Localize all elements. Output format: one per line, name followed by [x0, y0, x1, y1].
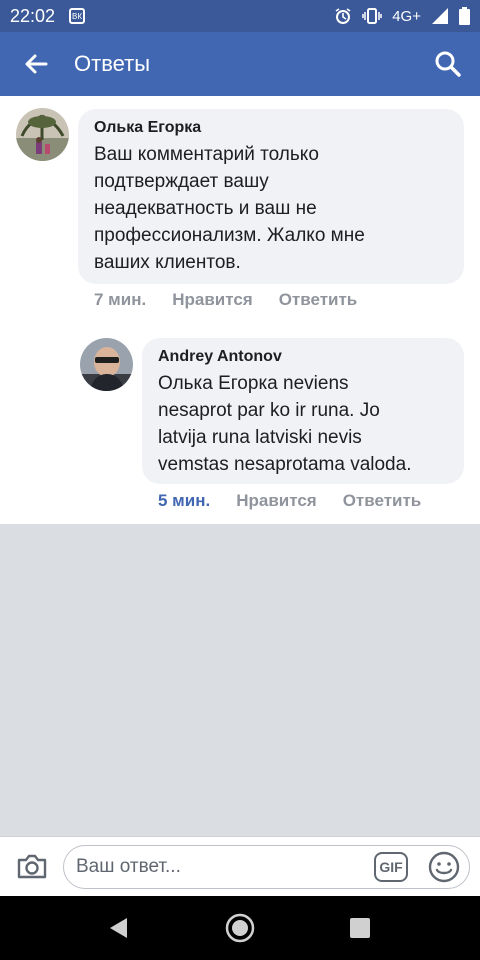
comment-time: 7 мин.	[94, 290, 147, 309]
gif-button[interactable]: GIF	[374, 852, 408, 882]
comment-actions: 5 мин. Нравится Ответить	[158, 491, 421, 511]
app-toolbar: Ответы	[0, 32, 480, 96]
alarm-icon	[335, 8, 351, 24]
nav-recents-button[interactable]	[344, 912, 376, 944]
user-photo-icon	[16, 108, 69, 161]
like-button[interactable]: Нравится	[172, 290, 253, 310]
vk-app-icon: ВК	[69, 8, 86, 24]
camera-button[interactable]	[14, 849, 50, 883]
comment-time: 5 мин.	[158, 491, 211, 510]
status-icons: 4G+	[334, 7, 470, 25]
network-type: 4G+	[392, 7, 421, 25]
system-nav-bar	[0, 896, 480, 960]
comment-text: Ваш комментарий только подтверждает вашу…	[94, 144, 365, 273]
comment-author[interactable]: Олька Егорка	[94, 119, 448, 137]
recents-square-icon	[350, 918, 370, 938]
comment-text: Олька Егорка neviens nesaprot par ko ir …	[158, 373, 412, 475]
back-triangle-icon	[110, 918, 127, 938]
avatar[interactable]	[80, 338, 133, 391]
vibrate-icon	[362, 8, 382, 24]
comment-bubble[interactable]: Олька Егорка Ваш комментарий только подт…	[78, 109, 464, 284]
nav-back-button[interactable]	[102, 912, 134, 944]
emoji-button[interactable]	[428, 851, 460, 883]
comments-thread: Олька Егорка Ваш комментарий только подт…	[0, 96, 480, 524]
arrow-left-icon	[25, 54, 48, 74]
user-photo-icon	[80, 338, 133, 391]
comment-author[interactable]: Andrey Antonov	[158, 348, 448, 366]
status-bar: 22:02 ВК 4G+	[0, 0, 480, 32]
back-button[interactable]	[0, 32, 72, 96]
home-circle-icon	[225, 913, 255, 943]
avatar[interactable]	[16, 108, 69, 161]
status-time: 22:02	[10, 5, 56, 26]
search-icon	[435, 51, 461, 77]
comment-bubble[interactable]: Andrey Antonov Олька Егорка neviens nesa…	[142, 338, 464, 484]
signal-icon	[432, 8, 448, 24]
camera-icon	[17, 854, 47, 879]
battery-icon	[459, 7, 470, 25]
reply-composer: GIF	[0, 836, 480, 896]
reply-button[interactable]: Ответить	[279, 290, 358, 310]
nav-home-button[interactable]	[224, 912, 256, 944]
page-title: Ответы	[74, 51, 151, 76]
reply-button[interactable]: Ответить	[343, 491, 422, 511]
like-button[interactable]: Нравится	[236, 491, 317, 511]
reply-input[interactable]	[63, 845, 470, 889]
emoji-icon	[428, 851, 460, 883]
comment-actions: 7 мин. Нравится Ответить	[94, 290, 357, 310]
search-button[interactable]	[416, 32, 480, 96]
